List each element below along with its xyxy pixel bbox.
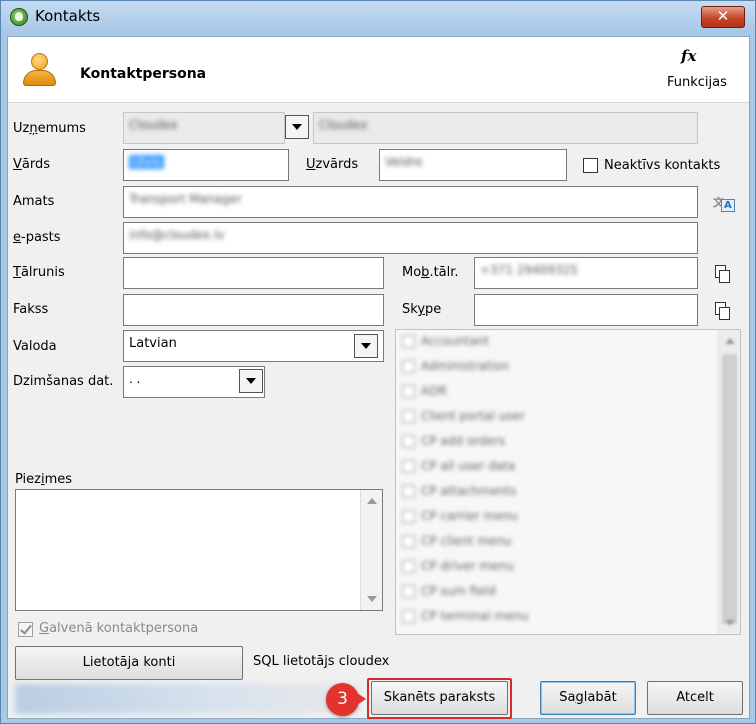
list-item[interactable]: CP attachments — [402, 484, 516, 504]
notes-label: Piezimes — [15, 472, 73, 487]
functions-button[interactable]: Funkcijas — [667, 75, 727, 90]
close-button[interactable]: ✕ — [701, 6, 745, 28]
list-item[interactable]: CP all user data — [402, 459, 515, 479]
inactive-label: Neaktīvs kontakts — [604, 158, 721, 173]
window-title: Kontakts — [35, 7, 101, 25]
list-item[interactable]: CP client menu — [402, 534, 512, 554]
phone-label: Tālrunis — [13, 265, 65, 280]
fax-field[interactable] — [123, 294, 384, 326]
list-item[interactable]: CP sum field — [402, 584, 496, 604]
user-accounts-button[interactable]: Lietotāja konti — [15, 646, 243, 680]
scroll-up-icon[interactable] — [719, 330, 740, 352]
birth-date-label: Dzimšanas dat. — [13, 374, 114, 389]
list-item[interactable]: Accountant — [402, 334, 489, 354]
last-name-field[interactable]: Veldre — [379, 149, 567, 181]
email-label: e-pasts — [13, 230, 61, 245]
list-item[interactable]: CP carrier menu — [402, 509, 518, 529]
main-contact-checkbox[interactable] — [18, 622, 33, 637]
scroll-down-icon[interactable] — [361, 588, 382, 610]
skype-label: Skype — [402, 302, 442, 317]
company-label: Uzņemums — [13, 121, 86, 136]
notes-textarea[interactable] — [15, 489, 383, 611]
birth-date-dropdown-button[interactable] — [239, 369, 263, 393]
company-code-field[interactable]: Cloudex — [123, 112, 285, 144]
company-name-field: Cloudex — [313, 112, 698, 144]
roles-scrollbar[interactable] — [718, 330, 740, 634]
main-contact-label: Galvenā kontaktpersona — [39, 621, 199, 636]
position-field[interactable]: Transport Manager — [123, 186, 698, 218]
fx-icon[interactable]: fx — [681, 47, 696, 65]
scroll-thumb[interactable] — [722, 354, 737, 624]
title-bar[interactable]: Kontakts ✕ — [1, 1, 755, 31]
list-item[interactable]: ADR — [402, 384, 447, 404]
company-dropdown-button[interactable] — [285, 115, 309, 139]
scroll-up-icon[interactable] — [361, 490, 382, 512]
copy-skype-icon[interactable] — [715, 302, 730, 320]
person-icon — [22, 53, 58, 89]
first-name-label: Vārds — [13, 157, 51, 172]
cancel-button[interactable]: Atcelt — [647, 681, 743, 715]
annotation-step-badge: 3 — [326, 683, 366, 716]
last-name-label: Uzvārds — [306, 157, 359, 172]
list-item[interactable]: CP terminal menu — [402, 609, 529, 629]
app-leaf-icon — [10, 8, 28, 26]
sql-user-label: SQL lietotājs cloudex — [253, 654, 390, 669]
save-button[interactable]: Saglabāt — [540, 681, 636, 715]
mobile-label: Mob.tālr. — [402, 265, 459, 280]
status-area — [15, 684, 360, 714]
language-label: Valoda — [13, 339, 57, 354]
scroll-down-icon[interactable] — [719, 612, 740, 634]
first-name-field[interactable]: Ulvis — [123, 149, 289, 181]
inactive-checkbox[interactable] — [583, 158, 598, 173]
language-dropdown-button[interactable] — [354, 334, 378, 358]
phone-field[interactable] — [123, 257, 384, 289]
copy-mobile-icon[interactable] — [715, 265, 730, 283]
roles-checklist[interactable]: Accountant Administration ADR Client por… — [395, 329, 741, 635]
language-select[interactable]: Latvian — [123, 330, 384, 362]
translate-icon[interactable]: 文A — [713, 194, 735, 212]
skype-field[interactable] — [474, 294, 698, 326]
list-item[interactable]: Client portal user — [402, 409, 525, 429]
position-label: Amats — [13, 194, 55, 209]
page-title: Kontaktpersona — [80, 66, 207, 82]
list-item[interactable]: Administration — [402, 359, 509, 379]
scanned-signature-button[interactable]: Skanēts paraksts — [371, 681, 508, 715]
list-item[interactable]: CP add orders — [402, 434, 505, 454]
mobile-field[interactable]: +371 29409325 — [474, 257, 698, 289]
list-item[interactable]: CP driver menu — [402, 559, 514, 579]
contacts-window: Kontakts ✕ Kontaktpersona fx Funkcijas U… — [0, 0, 756, 724]
email-field[interactable]: info@cloudex.lv — [123, 222, 698, 254]
header-band: Kontaktpersona fx Funkcijas — [8, 37, 749, 103]
fax-label: Fakss — [13, 302, 49, 317]
notes-scrollbar[interactable] — [360, 490, 382, 610]
